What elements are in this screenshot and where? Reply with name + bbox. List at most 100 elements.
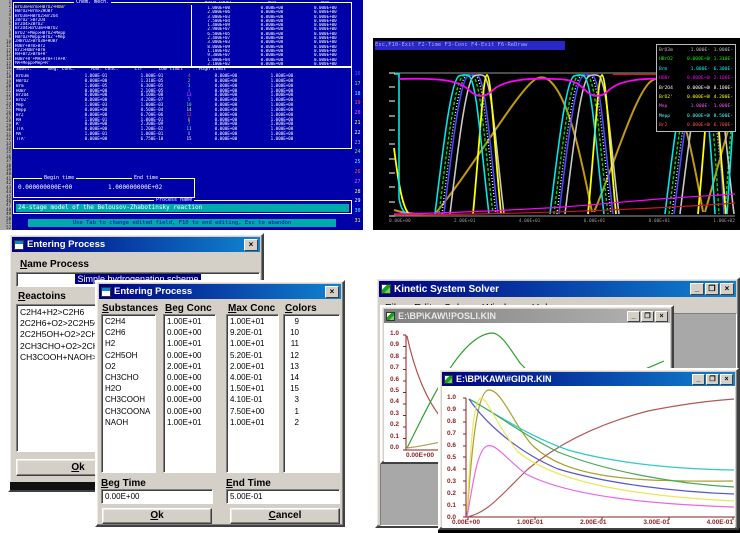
close-icon[interactable]: × bbox=[720, 374, 733, 385]
dialog1-title-bar[interactable]: Entering Process × bbox=[12, 237, 260, 252]
beg-conc-item[interactable]: 0.00E+00 bbox=[164, 406, 215, 417]
end-time-field[interactable]: 5.00E-01 bbox=[226, 489, 340, 504]
substance-item[interactable]: NAOH bbox=[102, 417, 155, 428]
reaction-equation[interactable]: MA+Mepp>Mep+R' bbox=[15, 61, 191, 65]
rate-min-value[interactable]: 0.000E+00 bbox=[245, 62, 298, 66]
substance-item[interactable]: C2H6 bbox=[102, 327, 155, 338]
beg-conc-item[interactable]: 0.00E+00 bbox=[164, 327, 215, 338]
color-item[interactable]: 9 bbox=[287, 316, 299, 327]
substance-item[interactable]: CH3COOH bbox=[102, 394, 155, 405]
color-item[interactable]: 11 bbox=[287, 338, 299, 349]
begin-time-field[interactable]: 0.000000000E+00 bbox=[18, 185, 72, 191]
palette-color-number[interactable]: 30 bbox=[352, 207, 363, 217]
ok-button-dialog2[interactable]: Ok bbox=[102, 508, 212, 524]
substance-item[interactable]: H2O bbox=[102, 383, 155, 394]
substance-item[interactable]: CH3COONA bbox=[102, 406, 155, 417]
reaction-equation-list[interactable]: BrO3m+Brm>HBrO2+HOBrHBrO2+Brm>2HOBrBrO3m… bbox=[15, 5, 192, 66]
beg-conc-item[interactable]: 0.00E+00 bbox=[164, 383, 215, 394]
max-conc-item[interactable]: 2.00E+01 bbox=[227, 361, 278, 372]
cancel-button[interactable]: Cancel bbox=[230, 508, 340, 524]
color-item[interactable]: 14 bbox=[287, 372, 299, 383]
max-conc-item[interactable]: 4.00E-01 bbox=[227, 372, 278, 383]
close-icon[interactable]: × bbox=[720, 283, 734, 295]
palette-color-number[interactable]: 31 bbox=[352, 217, 363, 227]
beg-conc-listbox[interactable]: 1.00E+010.00E+001.00E+010.00E+002.00E+01… bbox=[163, 314, 216, 473]
color-palette-column[interactable]: 16171819202122232425262728293031 bbox=[352, 70, 363, 228]
max-conc-item[interactable]: 1.50E+01 bbox=[227, 383, 278, 394]
palette-color-number[interactable]: 24 bbox=[352, 148, 363, 158]
palette-color-number[interactable]: 22 bbox=[352, 129, 363, 139]
palette-color-number[interactable]: 23 bbox=[352, 139, 363, 149]
max-conc-item[interactable]: 1.00E+01 bbox=[227, 316, 278, 327]
max-conc-item[interactable]: 1.00E+01 bbox=[227, 338, 278, 349]
substance-color-code[interactable]: 15 bbox=[180, 137, 198, 142]
dialog2-title-bar[interactable]: Entering Process × bbox=[99, 284, 341, 299]
palette-color-number[interactable]: 21 bbox=[352, 119, 363, 129]
palette-color-number[interactable]: 28 bbox=[352, 188, 363, 198]
minimize-icon[interactable]: _ bbox=[627, 311, 640, 322]
end-time-field[interactable]: 1.000000000E+02 bbox=[108, 185, 162, 191]
rate-const-value[interactable]: 2.100E+02 bbox=[192, 62, 245, 66]
close-icon[interactable]: × bbox=[655, 311, 668, 322]
restore-icon[interactable]: ❐ bbox=[705, 283, 719, 295]
close-icon[interactable]: × bbox=[325, 286, 339, 298]
palette-color-number[interactable]: 29 bbox=[352, 197, 363, 207]
color-item[interactable]: 13 bbox=[287, 361, 299, 372]
beg-conc-item[interactable]: 1.00E+01 bbox=[164, 338, 215, 349]
beg-conc-item[interactable]: 0.00E+00 bbox=[164, 394, 215, 405]
palette-color-number[interactable]: 26 bbox=[352, 168, 363, 178]
legend-substance: HOBr bbox=[659, 74, 687, 83]
substance-low-limit[interactable]: 0.000E+00 bbox=[198, 137, 254, 142]
bz-function-key-menu[interactable]: Esc,F10-Exit F2-Time F3-Conc F4-Exit F6-… bbox=[375, 41, 565, 50]
palette-color-number[interactable]: 17 bbox=[352, 80, 363, 90]
color-item[interactable]: 12 bbox=[287, 350, 299, 361]
colors-listbox[interactable]: 9101112131415312 bbox=[283, 314, 340, 473]
max-conc-listbox[interactable]: 1.00E+019.20E-011.00E+015.20E-012.00E+01… bbox=[226, 314, 279, 473]
rate-row[interactable]: 2.100E+02 0.000E+00 0.000E+00 bbox=[192, 62, 352, 66]
child2-title-bar[interactable]: E:\BP\KAW\#GIDR.KIN _ ❐ × bbox=[442, 372, 735, 386]
kss-title-bar[interactable]: Kinetic System Solver _ ❐ × bbox=[379, 281, 736, 297]
color-item[interactable]: 10 bbox=[287, 327, 299, 338]
palette-color-number[interactable]: 19 bbox=[352, 99, 363, 109]
color-item[interactable]: 1 bbox=[287, 406, 299, 417]
substance-item[interactable]: H2 bbox=[102, 338, 155, 349]
minimize-icon[interactable]: _ bbox=[690, 283, 704, 295]
legend-substance: Mepp bbox=[659, 112, 687, 121]
substance-high-limit[interactable]: 1.000E+00 bbox=[254, 137, 310, 142]
beg-time-field[interactable]: 0.00E+00 bbox=[101, 489, 213, 504]
substance-item[interactable]: O2 bbox=[102, 361, 155, 372]
beg-conc-item[interactable]: 1.00E+01 bbox=[164, 316, 215, 327]
substance-item[interactable]: C2H4 bbox=[102, 316, 155, 327]
substance-max-conc[interactable]: 6.750E-10 bbox=[124, 137, 180, 142]
substances-listbox[interactable]: C2H4C2H6H2C2H5OHO2CH3CHOH2OCH3COOHCH3COO… bbox=[101, 314, 156, 473]
max-conc-item[interactable]: 1.00E+01 bbox=[227, 417, 278, 428]
color-item[interactable]: 15 bbox=[287, 383, 299, 394]
max-conc-item[interactable]: 9.20E-01 bbox=[227, 327, 278, 338]
restore-icon[interactable]: ❐ bbox=[641, 311, 654, 322]
palette-color-number[interactable]: 27 bbox=[352, 178, 363, 188]
process-name-field[interactable]: 24-stage model of the Belousov-Zhabotins… bbox=[16, 204, 349, 212]
restore-icon[interactable]: ❐ bbox=[706, 374, 719, 385]
substance-row[interactable]: TTA' 0.000E+00 6.750E-10 15 0.000E+00 1.… bbox=[14, 137, 351, 142]
palette-color-number[interactable]: 20 bbox=[352, 109, 363, 119]
beg-conc-item[interactable]: 0.00E+00 bbox=[164, 372, 215, 383]
child1-title-bar[interactable]: E:\BP\KAW\!POSLI.KIN _ ❐ × bbox=[384, 309, 670, 323]
substance-item[interactable]: C2H5OH bbox=[102, 350, 155, 361]
max-conc-item[interactable]: 5.20E-01 bbox=[227, 350, 278, 361]
beg-conc-item[interactable]: 0.00E+00 bbox=[164, 350, 215, 361]
max-conc-item[interactable]: 4.10E-01 bbox=[227, 394, 278, 405]
color-item[interactable]: 3 bbox=[287, 394, 299, 405]
substance-item[interactable]: CH3CHO bbox=[102, 372, 155, 383]
beg-conc-item[interactable]: 2.00E+01 bbox=[164, 361, 215, 372]
close-icon[interactable]: × bbox=[244, 239, 258, 251]
max-conc-item[interactable]: 7.50E+00 bbox=[227, 406, 278, 417]
substance-name[interactable]: TTA' bbox=[14, 137, 68, 142]
minimize-icon[interactable]: _ bbox=[692, 374, 705, 385]
beg-conc-item[interactable]: 1.00E+01 bbox=[164, 417, 215, 428]
palette-color-number[interactable]: 18 bbox=[352, 90, 363, 100]
rate-max-value[interactable]: 0.000E+00 bbox=[299, 62, 352, 66]
palette-color-number[interactable]: 16 bbox=[352, 70, 363, 80]
color-item[interactable]: 2 bbox=[287, 417, 299, 428]
palette-color-number[interactable]: 25 bbox=[352, 158, 363, 168]
substance-beg-conc[interactable]: 0.000E+00 bbox=[68, 137, 124, 142]
